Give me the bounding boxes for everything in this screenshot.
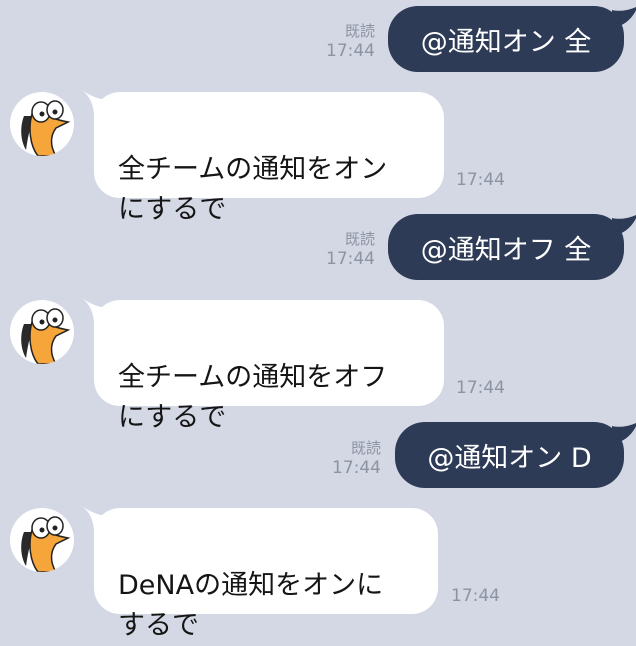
read-receipt: 既読 bbox=[344, 230, 375, 248]
message-text: 全チームの通知をオン にするで bbox=[118, 154, 388, 225]
message-text: @通知オン D bbox=[427, 442, 592, 474]
chat-thread: 既読 17:44 @通知オン 全 全チームの通知をオン にするで 17:44 既… bbox=[0, 0, 636, 641]
message-timestamp: 17:44 bbox=[332, 457, 381, 478]
bubble-tail-icon bbox=[612, 6, 636, 28]
message-text: DeNAの通知をオンに するで bbox=[118, 570, 384, 641]
message-meta: 既読 17:44 bbox=[326, 231, 375, 268]
message-timestamp: 17:44 bbox=[326, 40, 375, 61]
orange-cartoon-character-icon bbox=[21, 308, 71, 364]
outgoing-message-bubble[interactable]: @通知オフ 全 bbox=[388, 214, 624, 280]
avatar[interactable] bbox=[10, 300, 74, 364]
orange-cartoon-character-icon bbox=[21, 100, 71, 156]
avatar[interactable] bbox=[10, 508, 74, 572]
message-meta: 既読 17:44 bbox=[326, 23, 375, 60]
outgoing-message-bubble[interactable]: @通知オン 全 bbox=[388, 6, 624, 72]
outgoing-message-bubble[interactable]: @通知オン D bbox=[395, 422, 624, 488]
orange-cartoon-character-icon bbox=[21, 516, 71, 572]
message-text: @通知オフ 全 bbox=[420, 234, 592, 266]
message-timestamp: 17:44 bbox=[326, 248, 375, 269]
message-timestamp: 17:44 bbox=[456, 378, 505, 398]
incoming-message-bubble[interactable]: DeNAの通知をオンに するで bbox=[94, 508, 438, 641]
message-text: 全チームの通知をオフ にするで bbox=[118, 362, 388, 433]
message-timestamp: 17:44 bbox=[456, 170, 505, 190]
incoming-message-bubble[interactable]: 全チームの通知をオフ にするで bbox=[94, 300, 444, 433]
incoming-message-bubble[interactable]: 全チームの通知をオン にするで bbox=[94, 92, 444, 225]
bubble-tail-icon bbox=[612, 422, 636, 444]
message-timestamp: 17:44 bbox=[451, 586, 500, 606]
message-text: @通知オン 全 bbox=[420, 26, 592, 58]
message-meta: 既読 17:44 bbox=[332, 440, 381, 477]
read-receipt: 既読 bbox=[350, 439, 381, 457]
bubble-tail-icon bbox=[612, 214, 636, 236]
read-receipt: 既読 bbox=[344, 22, 375, 40]
avatar[interactable] bbox=[10, 92, 74, 156]
